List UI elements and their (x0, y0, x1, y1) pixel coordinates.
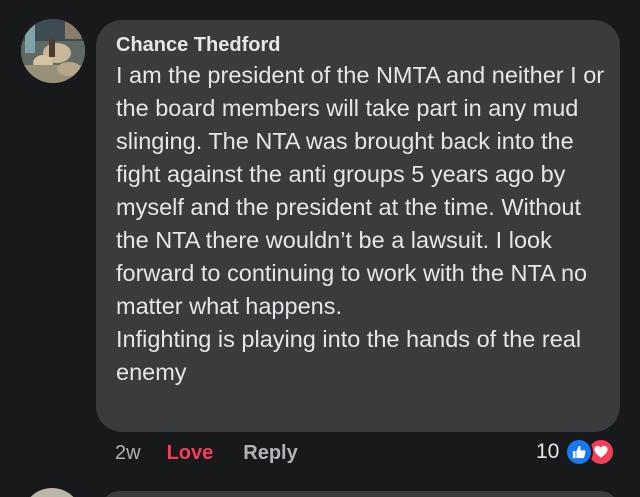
comment-actions: 2w Love Reply (115, 438, 298, 468)
reaction-count: 10 (536, 440, 560, 463)
avatar-photo (21, 19, 85, 83)
comments-view: Chance Thedford I am the president of th… (0, 0, 640, 497)
comment-text: I am the president of the NMTA and neith… (116, 62, 605, 385)
comment-timestamp[interactable]: 2w (115, 442, 141, 465)
next-comment-avatar[interactable] (22, 488, 82, 497)
comment-bubble: Chance Thedford I am the president of th… (96, 20, 620, 432)
comment-author[interactable]: Chance Thedford (116, 32, 606, 58)
like-icon (565, 438, 594, 466)
reaction-summary[interactable]: 10 (536, 436, 616, 468)
love-button[interactable]: Love (167, 442, 214, 465)
next-comment-bubble (100, 491, 620, 497)
avatar[interactable] (21, 19, 85, 83)
reply-button[interactable]: Reply (243, 442, 297, 465)
